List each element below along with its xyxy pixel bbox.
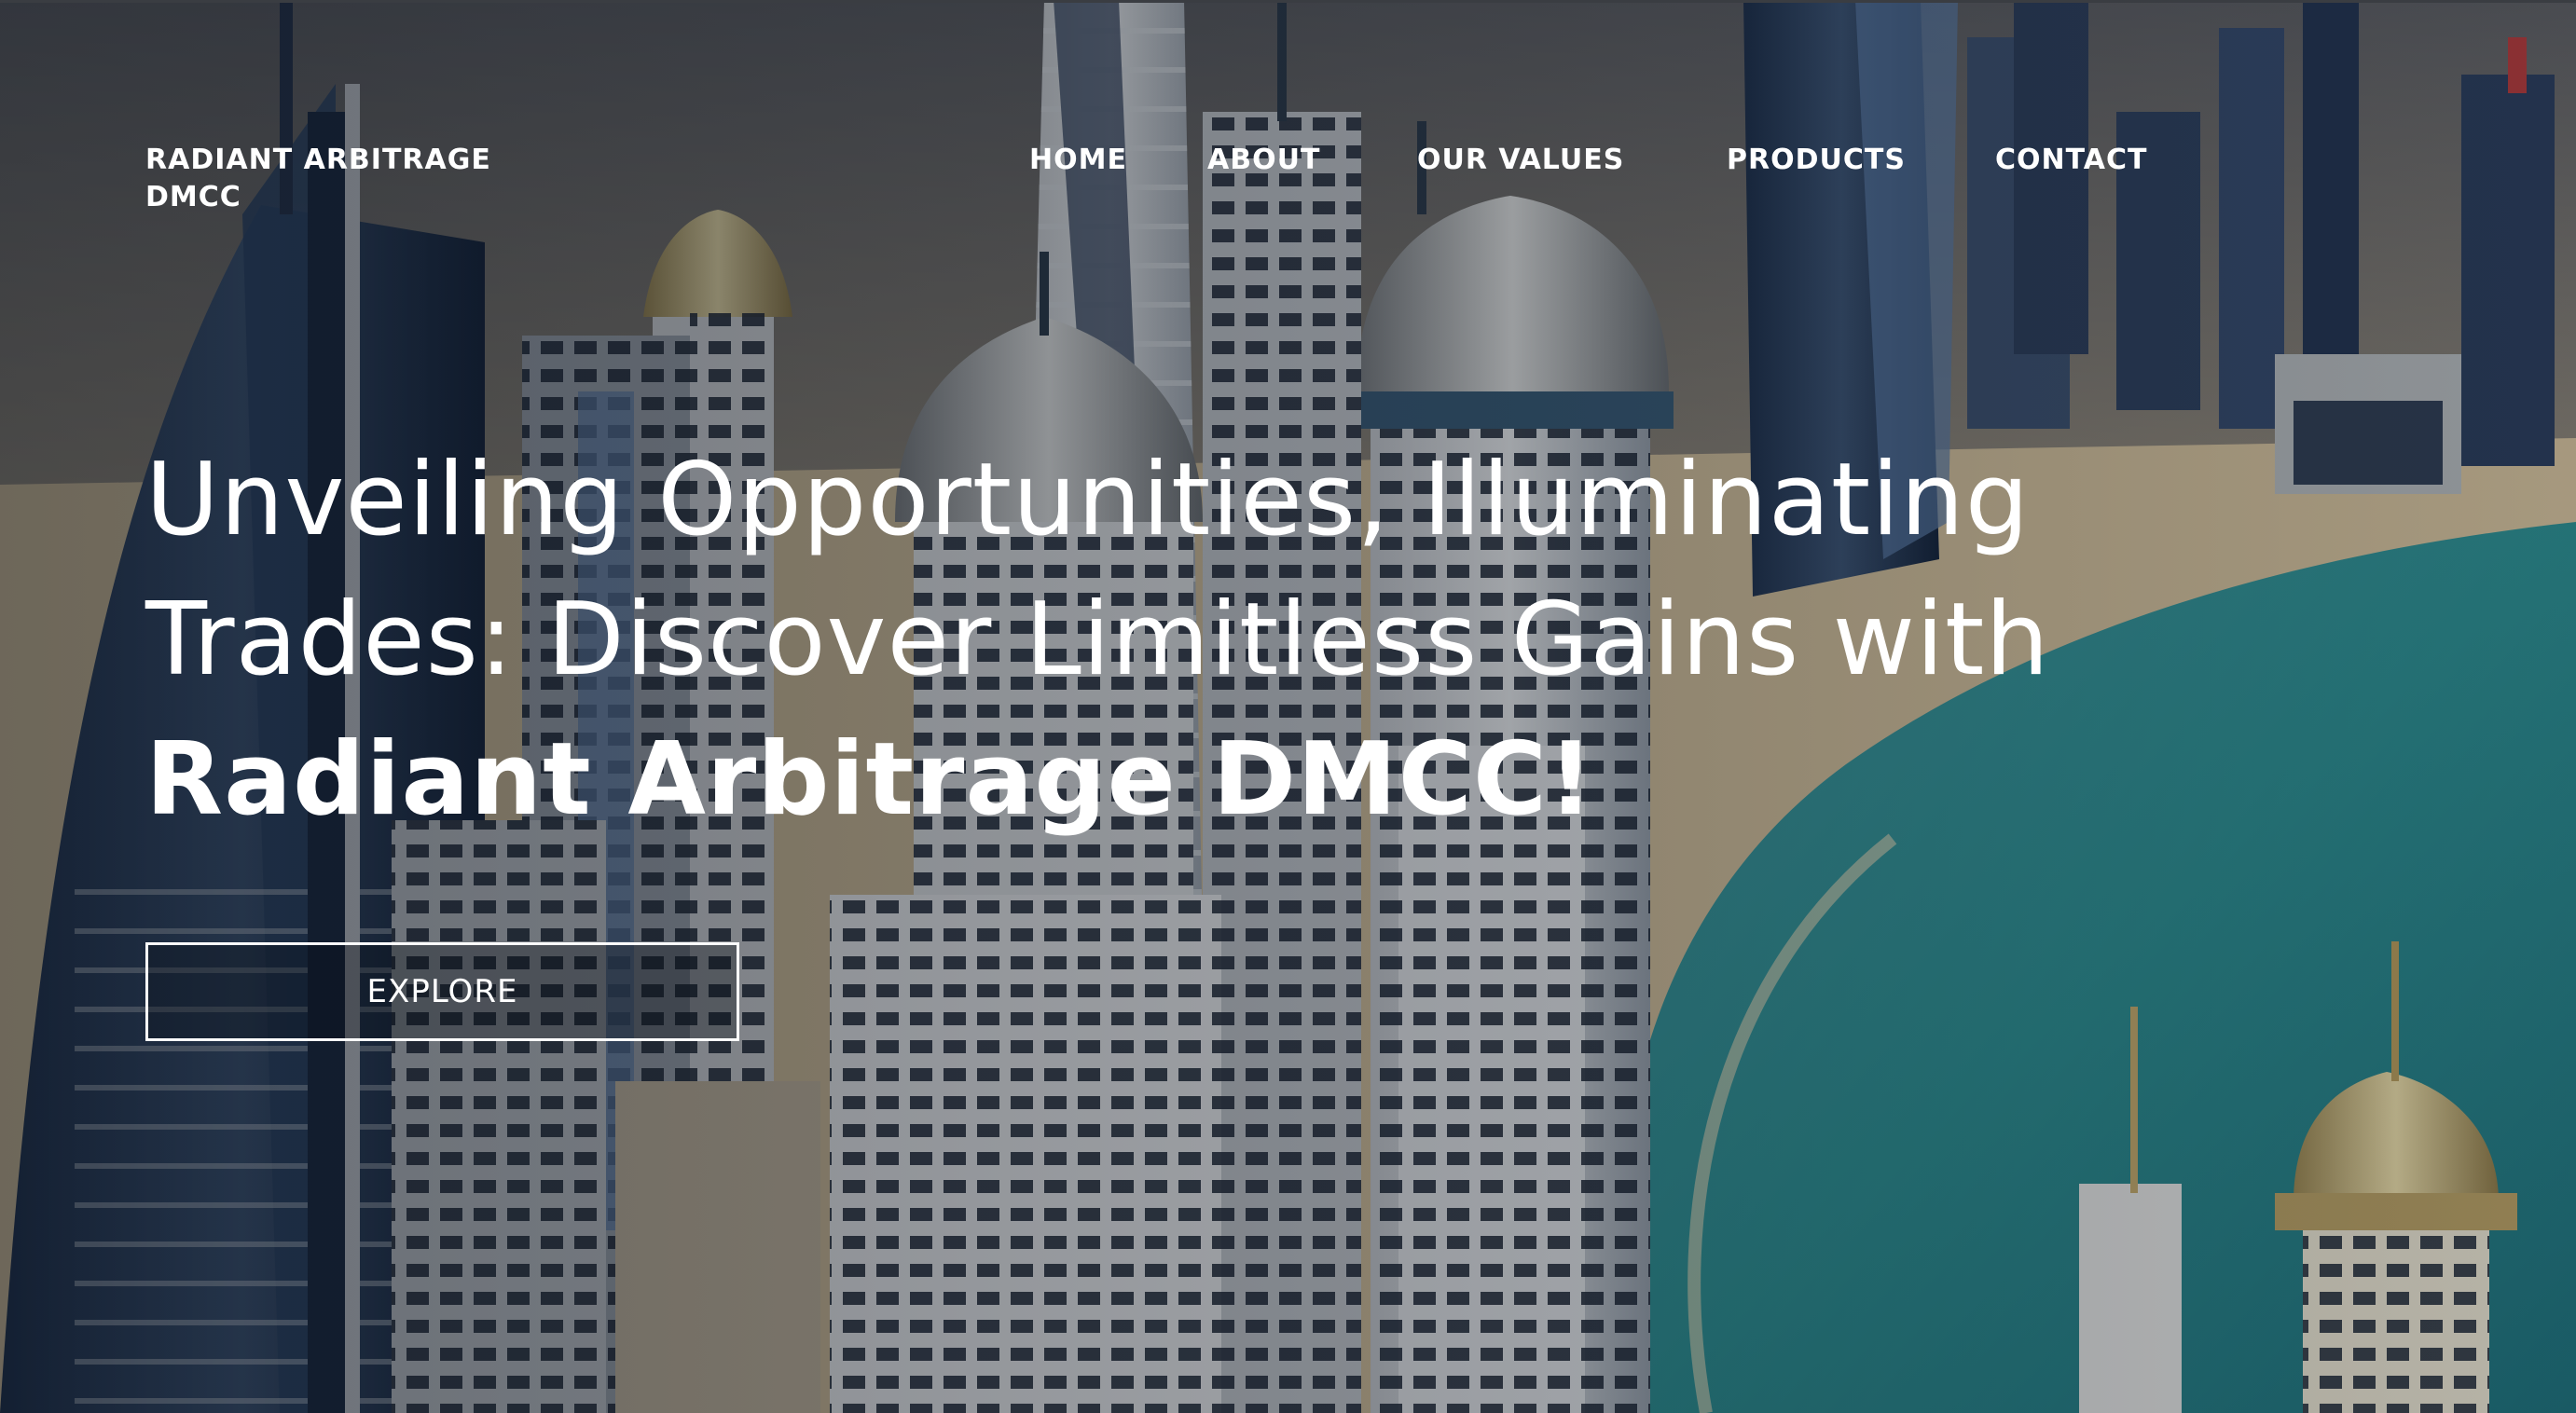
- nav-link-about[interactable]: ABOUT: [1207, 142, 1320, 179]
- hero-headline: Unveiling Opportunities, Illuminating Tr…: [145, 431, 2430, 850]
- hero-section: RADIANT ARBITRAGE DMCC HOME ABOUT OUR VA…: [0, 0, 2576, 1413]
- headline-line-2: Trades: Discover Limitless Gains with: [145, 582, 2050, 698]
- nav-link-contact[interactable]: CONTACT: [1995, 142, 2147, 179]
- headline-line-1: Unveiling Opportunities, Illuminating: [145, 442, 2031, 558]
- main-navigation: HOME ABOUT OUR VALUES PRODUCTS CONTACT: [0, 142, 2576, 179]
- headline-line-3-company-name: Radiant Arbitrage DMCC!: [145, 721, 1595, 838]
- nav-link-our-values[interactable]: OUR VALUES: [1417, 142, 1624, 179]
- nav-link-products[interactable]: PRODUCTS: [1727, 142, 1906, 179]
- nav-link-home[interactable]: HOME: [1029, 142, 1127, 179]
- top-border: [0, 0, 2576, 3]
- explore-button[interactable]: EXPLORE: [145, 942, 739, 1041]
